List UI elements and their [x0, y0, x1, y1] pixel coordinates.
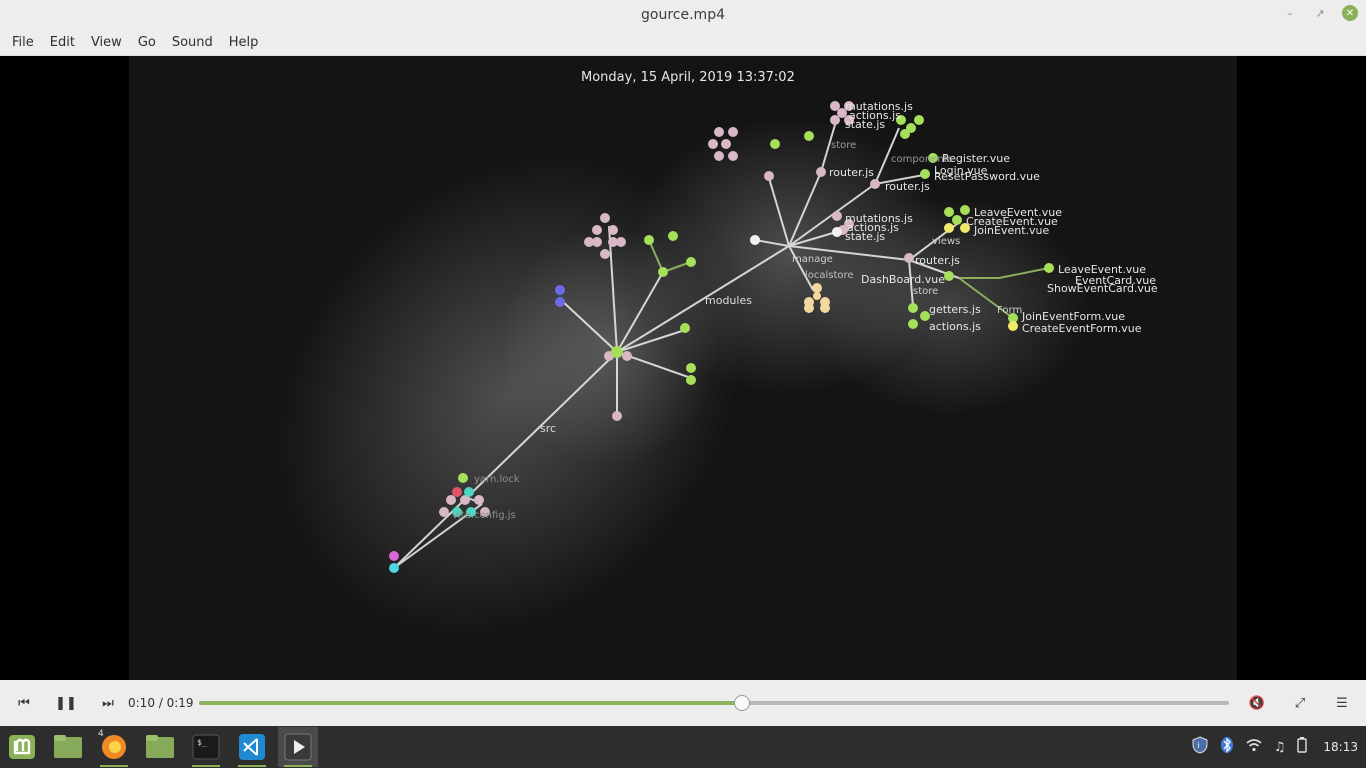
- folder-icon[interactable]: [140, 727, 180, 767]
- vscode-icon[interactable]: [232, 727, 272, 767]
- video-frame[interactable]: Monday, 15 April, 2019 13:37:02 src modu…: [129, 56, 1237, 680]
- menu-view[interactable]: View: [83, 35, 130, 50]
- dir-label-modules: modules: [705, 294, 752, 307]
- notification-badge: 4: [98, 729, 104, 739]
- skip-back-icon[interactable]: ⏮: [10, 689, 38, 717]
- video-player-icon[interactable]: [278, 727, 318, 767]
- shield-icon[interactable]: i: [1192, 736, 1208, 758]
- dir-label-views: views: [932, 236, 961, 247]
- wifi-icon[interactable]: [1246, 738, 1262, 756]
- restore-icon[interactable]: ↗: [1312, 5, 1328, 21]
- file-label-router-3: router.js: [915, 254, 960, 267]
- minimize-icon[interactable]: –: [1282, 5, 1298, 21]
- file-label-join-1: JoinEvent.vue: [974, 224, 1050, 237]
- menu-bar: File Edit View Go Sound Help: [0, 30, 1366, 56]
- title-bar: gource.mp4 – ↗ ✕: [0, 0, 1366, 30]
- menu-edit[interactable]: Edit: [42, 35, 83, 50]
- window-controls: – ↗ ✕: [1282, 5, 1358, 21]
- file-label-state-1: state.js: [845, 118, 886, 131]
- file-label-yarnlock: yarn.lock: [474, 474, 520, 485]
- file-label-viteconfig: vite.config.js: [452, 510, 516, 521]
- battery-icon[interactable]: [1297, 737, 1308, 757]
- dir-label-form: Form: [997, 305, 1023, 316]
- system-tray: i ♫ 18:13: [1192, 726, 1358, 768]
- seek-handle[interactable]: [733, 695, 750, 711]
- dir-label-store-2: store: [913, 286, 939, 297]
- dir-label-localstore: localstore: [805, 270, 854, 281]
- volume-muted-icon[interactable]: 🔇: [1243, 689, 1271, 717]
- file-label-resetpw: ResetPassword.vue: [934, 170, 1040, 183]
- file-label-createform: CreateEventForm.vue: [1022, 322, 1142, 335]
- pause-icon[interactable]: ❚❚: [52, 689, 80, 717]
- mint-menu-icon[interactable]: [2, 727, 42, 767]
- active-indicator: [284, 765, 312, 767]
- time-label: 0:10 / 0:19: [128, 696, 194, 710]
- file-label-router-2: router.js: [885, 180, 930, 193]
- svg-text:i: i: [1197, 741, 1199, 750]
- window-title: gource.mp4: [641, 7, 725, 23]
- file-label-getters: getters.js: [929, 303, 981, 316]
- menu-help[interactable]: Help: [221, 35, 267, 50]
- seek-progress: [199, 701, 742, 705]
- gource-visualization: [277, 101, 1089, 637]
- svg-text:$_: $_: [197, 738, 207, 747]
- terminal-icon[interactable]: $_: [186, 727, 226, 767]
- bluetooth-icon[interactable]: [1220, 736, 1234, 758]
- player-controls: ⏮ ❚❚ ⏭ 0:10 / 0:19 🔇 ⤢ ☰: [0, 680, 1366, 726]
- menu-go[interactable]: Go: [130, 35, 164, 50]
- file-label-showevent: ShowEventCard.vue: [1047, 282, 1158, 295]
- file-label-router-1: router.js: [829, 166, 874, 179]
- active-indicator: [238, 765, 266, 767]
- dir-label-manage: manage: [792, 254, 833, 265]
- files-icon[interactable]: [48, 727, 88, 767]
- taskbar: 4 $_ i ♫ 18:13: [0, 726, 1366, 768]
- clock[interactable]: 18:13: [1323, 740, 1358, 754]
- fullscreen-icon[interactable]: ⤢: [1286, 689, 1314, 717]
- menu-file[interactable]: File: [4, 35, 42, 50]
- seek-bar[interactable]: [199, 695, 1229, 711]
- active-indicator: [192, 765, 220, 767]
- menu-sound[interactable]: Sound: [164, 35, 221, 50]
- dir-label-src: src: [540, 422, 557, 435]
- dir-label-store-1: store: [831, 140, 857, 151]
- active-indicator: [100, 765, 128, 767]
- timestamp-label: Monday, 15 April, 2019 13:37:02: [581, 70, 795, 85]
- video-area[interactable]: Monday, 15 April, 2019 13:37:02 src modu…: [0, 56, 1366, 680]
- file-label-state-2: state.js: [845, 230, 886, 243]
- dir-label-components: components: [891, 154, 953, 165]
- file-label-dashboard: DashBoard.vue: [861, 273, 945, 286]
- music-icon[interactable]: ♫: [1274, 740, 1286, 755]
- menu-icon[interactable]: ☰: [1328, 689, 1356, 717]
- skip-forward-icon[interactable]: ⏭: [94, 689, 122, 717]
- file-label-actions-3: actions.js: [929, 320, 981, 333]
- firefox-icon[interactable]: 4: [94, 727, 134, 767]
- close-icon[interactable]: ✕: [1342, 5, 1358, 21]
